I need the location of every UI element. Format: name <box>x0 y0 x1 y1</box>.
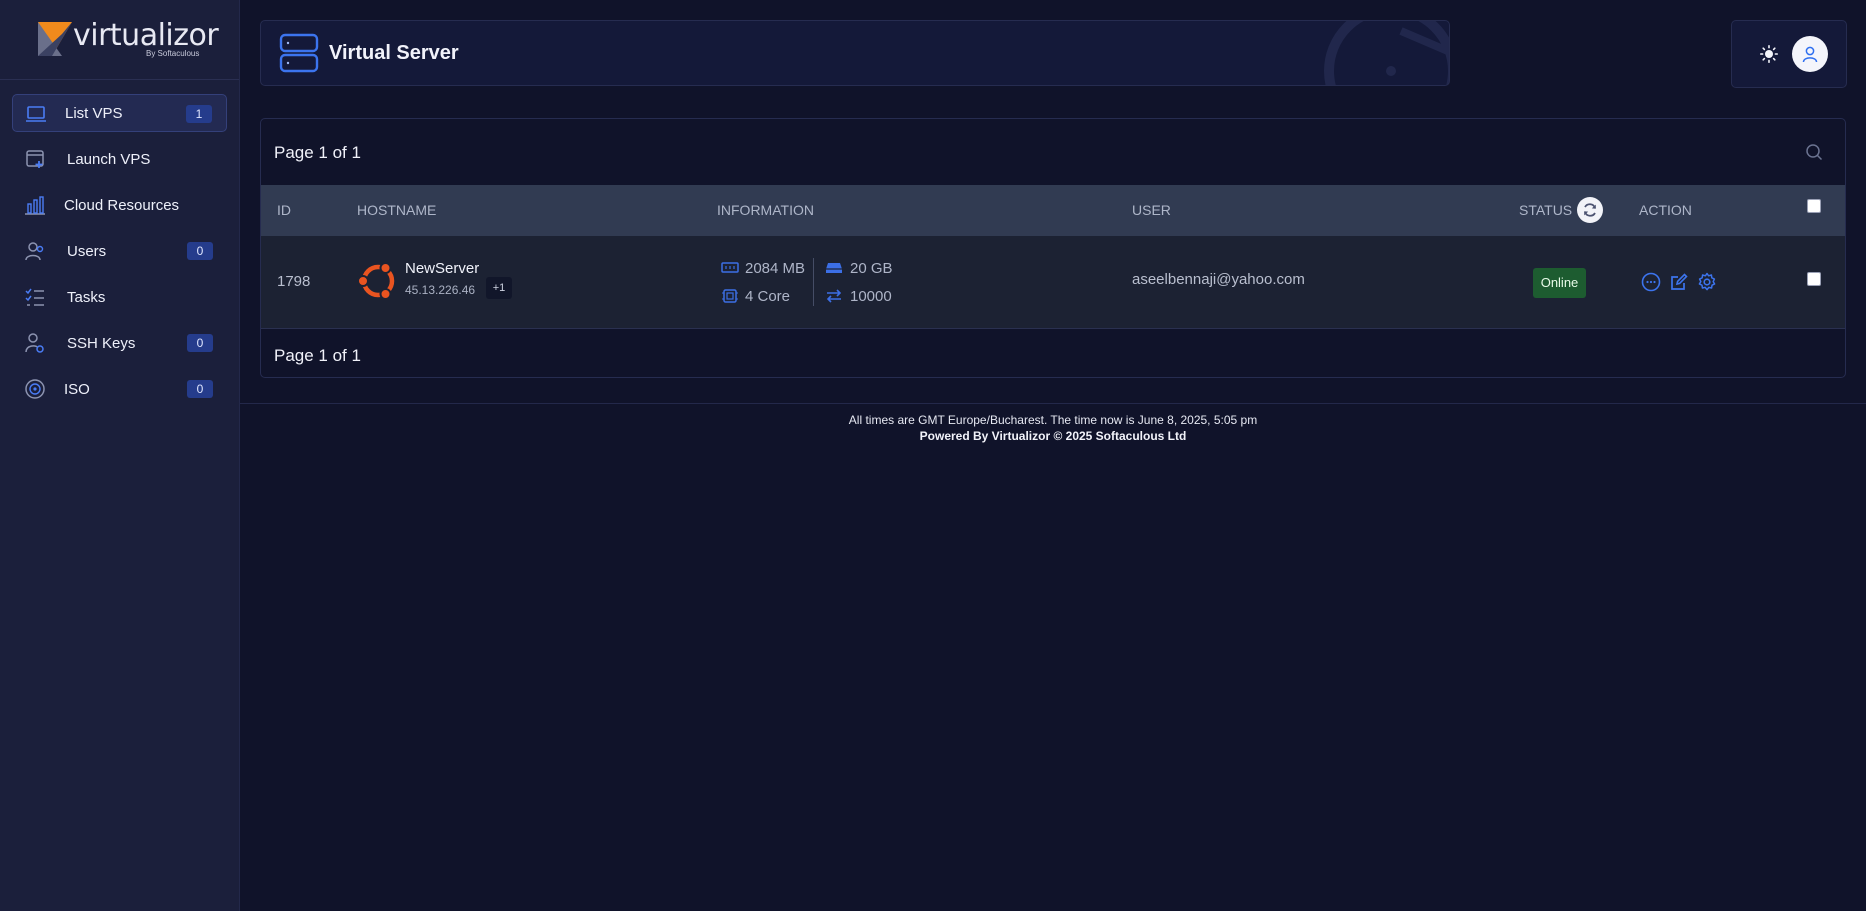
cpu-icon <box>722 289 738 303</box>
disc-icon <box>25 379 45 399</box>
refresh-status-button[interactable] <box>1577 197 1603 223</box>
card-footer: Page 1 of 1 <box>261 329 1845 377</box>
server-icon <box>279 33 319 73</box>
more-options-icon[interactable] <box>1641 272 1661 292</box>
select-all-checkbox[interactable] <box>1807 199 1821 213</box>
card-toolbar: Page 1 of 1 <box>261 119 1845 185</box>
users-icon <box>25 242 44 261</box>
column-hostname: HOSTNAME <box>357 202 437 218</box>
gear-icon[interactable] <box>1697 272 1717 292</box>
vps-cpu: 4 Core <box>745 288 791 305</box>
virtualizor-logo-icon <box>38 22 72 56</box>
footer-divider <box>240 403 1866 404</box>
count-badge: 0 <box>187 380 213 398</box>
sidebar-item-ssh-keys[interactable]: SSH Keys 0 <box>12 324 227 362</box>
footer-time: All times are GMT Europe/Bucharest. The … <box>848 413 1258 427</box>
sidebar-item-label: Launch VPS <box>67 150 151 168</box>
user-controls <box>1731 20 1847 88</box>
sidebar-item-label: List VPS <box>65 104 123 122</box>
disk-icon <box>826 263 842 273</box>
footer-powered-by: Powered By Virtualizor © 2025 Softaculou… <box>919 429 1187 443</box>
vps-bandwidth: 10000 <box>850 288 892 305</box>
sidebar-item-iso[interactable]: ISO 0 <box>12 370 227 408</box>
brand-name: virtualizor <box>73 18 219 53</box>
count-badge: 0 <box>187 242 213 260</box>
vps-disk: 20 GB <box>850 260 893 277</box>
table-row: 1798 NewServer 45.13.226.46 +1 2084 MB 4… <box>261 236 1845 329</box>
sidebar-nav: List VPS 1 Launch VPS Cloud Resources Us… <box>0 80 239 408</box>
decorative-server-icon <box>1324 21 1449 85</box>
vps-list-card: Page 1 of 1 ID HOSTNAME INFORMATION USER… <box>260 118 1846 378</box>
count-badge: 0 <box>187 334 213 352</box>
page-header: Virtual Server <box>260 20 1450 86</box>
bar-chart-icon <box>25 196 45 215</box>
column-status: STATUS <box>1519 202 1573 218</box>
table-header: ID HOSTNAME INFORMATION USER STATUS ACTI… <box>261 185 1845 236</box>
column-action: ACTION <box>1639 202 1692 218</box>
sidebar-item-tasks[interactable]: Tasks <box>12 278 227 316</box>
vps-ip: 45.13.226.46 <box>405 283 476 297</box>
refresh-icon <box>1584 203 1596 217</box>
vps-ram: 2084 MB <box>745 260 806 277</box>
column-information: INFORMATION <box>717 202 814 218</box>
sidebar: virtualizor By Softaculous List VPS 1 La… <box>0 0 240 911</box>
status-badge: Online <box>1533 268 1586 298</box>
ubuntu-icon <box>357 262 395 300</box>
ram-icon <box>721 262 739 273</box>
sidebar-item-users[interactable]: Users 0 <box>12 232 227 270</box>
page-info-top: Page 1 of 1 <box>274 143 361 162</box>
column-id: ID <box>277 202 291 218</box>
sidebar-item-label: Users <box>67 242 107 260</box>
sidebar-item-label: Cloud Resources <box>64 196 180 214</box>
info-divider <box>813 258 814 306</box>
brand-logo[interactable]: virtualizor By Softaculous <box>0 0 239 80</box>
count-badge: 1 <box>186 105 212 123</box>
vps-hostname[interactable]: NewServer <box>405 260 479 277</box>
sidebar-item-label: SSH Keys <box>67 334 136 352</box>
edit-icon[interactable] <box>1669 272 1689 292</box>
laptop-icon <box>26 106 46 122</box>
theme-toggle-icon[interactable] <box>1760 45 1778 63</box>
page-title: Virtual Server <box>329 42 459 64</box>
vps-user-email: aseelbennaji@yahoo.com <box>1132 271 1305 288</box>
brand-by: By Softaculous <box>146 49 200 58</box>
sidebar-item-label: ISO <box>64 380 90 398</box>
column-user: USER <box>1132 202 1171 218</box>
bandwidth-icon <box>826 289 842 303</box>
avatar[interactable] <box>1792 36 1828 72</box>
user-icon <box>1802 46 1818 63</box>
sidebar-item-launch-vps[interactable]: Launch VPS <box>12 140 227 178</box>
more-ips-badge[interactable]: +1 <box>486 277 512 299</box>
sidebar-item-list-vps[interactable]: List VPS 1 <box>12 94 227 132</box>
launch-window-icon <box>26 150 44 168</box>
search-icon[interactable] <box>1805 143 1823 161</box>
sidebar-item-label: Tasks <box>67 288 106 306</box>
vps-id: 1798 <box>277 273 311 290</box>
task-list-icon <box>25 288 44 306</box>
row-select-checkbox[interactable] <box>1807 272 1821 286</box>
sidebar-item-cloud-resources[interactable]: Cloud Resources <box>12 186 227 224</box>
page-info-bottom: Page 1 of 1 <box>274 346 361 365</box>
user-key-icon <box>25 333 44 353</box>
